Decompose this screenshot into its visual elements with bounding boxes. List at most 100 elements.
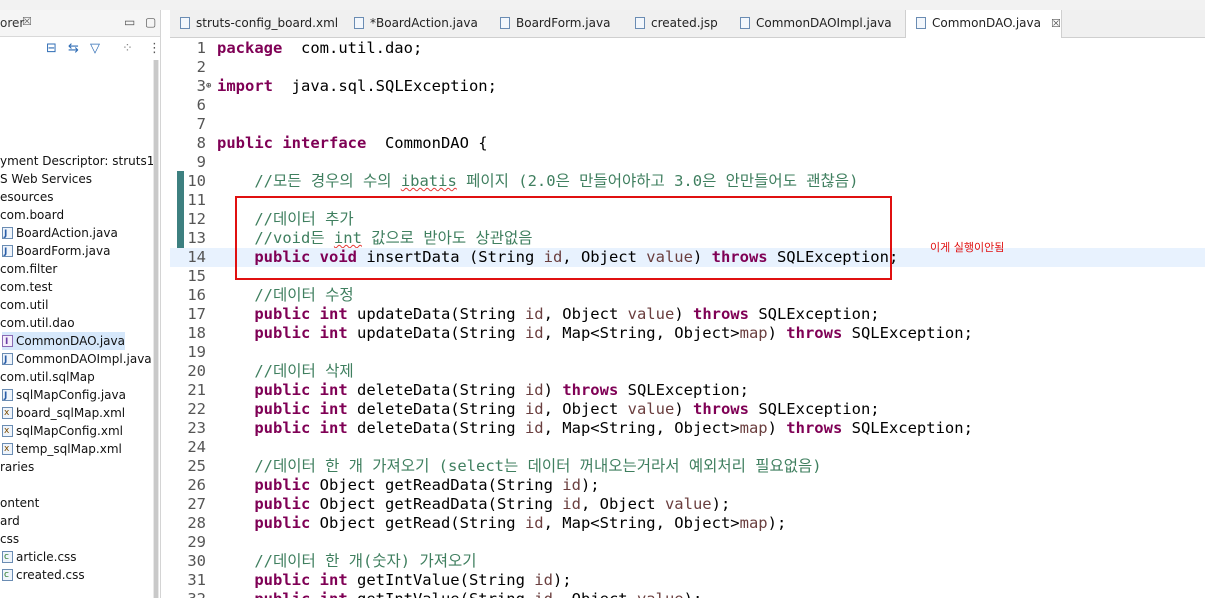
tab-label: created.jsp: [651, 16, 718, 30]
code-line[interactable]: 24: [170, 438, 1205, 457]
code-line[interactable]: 7: [170, 115, 1205, 134]
code-line[interactable]: 28 public Object getRead(String id, Map<…: [170, 514, 1205, 533]
code-line[interactable]: 21 public int deleteData(String id) thro…: [170, 381, 1205, 400]
code-token: id: [562, 495, 581, 513]
minimize-icon[interactable]: ▭: [124, 15, 135, 29]
tree-file-item[interactable]: created.css: [2, 566, 85, 584]
code-line[interactable]: 19: [170, 343, 1205, 362]
tree-file-item[interactable]: BoardForm.java: [2, 242, 110, 261]
tab-commondao-java[interactable]: CommonDAO.java ☒: [905, 10, 1062, 38]
tab-boardform-java[interactable]: BoardForm.java: [490, 10, 610, 37]
tree-folder-item[interactable]: com.board: [0, 206, 64, 224]
tree-folder-item[interactable]: S Web Services: [0, 170, 92, 188]
code-editor[interactable]: 1 package com.util.dao; 2 3 ⊕ import java.sql…: [170, 38, 1205, 598]
code-line[interactable]: 2: [170, 58, 1205, 77]
code-line[interactable]: 27 public Object getReadData(String id, …: [170, 495, 1205, 514]
code-line[interactable]: 8 public interface CommonDAO {: [170, 134, 1205, 153]
code-line[interactable]: 25 //데이터 한 개 가져오기 (select는 데이터 꺼내오는거라서 예…: [170, 457, 1205, 476]
java-file-icon: [2, 243, 13, 261]
code-line[interactable]: 10 //모든 경우의 수의 ibatis 페이지 (2.0은 만들어야하고 3…: [170, 172, 1205, 191]
line-number: 28: [187, 514, 206, 532]
filter-icon[interactable]: ▽: [90, 41, 100, 56]
code-line[interactable]: 29: [170, 533, 1205, 552]
code-line[interactable]: 18 public int updateData(String id, Map<…: [170, 324, 1205, 343]
tree-folder-item[interactable]: esources: [0, 188, 53, 206]
scrollbar-thumb[interactable]: [154, 60, 158, 598]
tree-file-item[interactable]: sqlMapConfig.java: [2, 386, 126, 405]
code-token: );: [767, 514, 787, 532]
maximize-icon[interactable]: ▢: [145, 15, 156, 29]
link-with-editor-icon[interactable]: ⇆: [68, 41, 79, 56]
collapse-all-icon[interactable]: ⊟: [46, 41, 57, 56]
code-token: public int: [217, 305, 348, 323]
tree-file-item[interactable]: temp_sqlMap.xml: [2, 440, 122, 458]
line-number: 29: [187, 533, 206, 551]
code-line[interactable]: 26 public Object getReadData(String id);: [170, 476, 1205, 495]
code-line[interactable]: 30 //데이터 한 개(숫자) 가져오기: [170, 552, 1205, 571]
tree-item-label: temp_sqlMap.xml: [16, 442, 122, 456]
line-number: 31: [187, 571, 206, 589]
tree-item-label: board_sqlMap.xml: [16, 406, 126, 420]
code-line[interactable]: 1 package com.util.dao;: [170, 39, 1205, 58]
tree-file-item[interactable]: article.css: [2, 548, 77, 566]
tree-folder-item[interactable]: raries: [0, 458, 34, 476]
tree-file-item[interactable]: CommonDAOImpl.java: [2, 350, 152, 369]
code-token: Object getRead(String: [310, 514, 525, 532]
code-token: value: [664, 495, 712, 513]
explorer-scrollbar[interactable]: [153, 60, 159, 598]
code-token: public: [217, 476, 311, 494]
code-line[interactable]: 31 public int getIntValue(String id);: [170, 571, 1205, 590]
line-number: 20: [187, 362, 206, 380]
code-text: //데이터 한 개(숫자) 가져오기: [217, 552, 477, 571]
code-token: public int: [217, 590, 347, 598]
tree-folder-item[interactable]: css: [0, 530, 19, 548]
tree-item-label: css: [0, 532, 20, 546]
tree-folder-item[interactable]: com.util.dao: [0, 314, 75, 332]
view-menu-icon[interactable]: ⋮: [148, 41, 160, 56]
code-line[interactable]: 22 public int deleteData(String id, Obje…: [170, 400, 1205, 419]
code-line[interactable]: 32 public int getIntValue(String id, Obj…: [170, 590, 1205, 598]
code-line[interactable]: 6: [170, 96, 1205, 115]
tree-file-item[interactable]: sqlMapConfig.xml: [2, 422, 123, 440]
tree-folder-item[interactable]: com.filter: [0, 260, 57, 278]
code-token: ): [674, 305, 693, 323]
tree-folder-item[interactable]: com.test: [0, 278, 53, 296]
code-token: Object getReadData(String: [310, 495, 563, 513]
code-line[interactable]: 23 public int deleteData(String id, Map<…: [170, 419, 1205, 438]
close-icon[interactable]: ☒: [22, 15, 32, 28]
code-line[interactable]: 9: [170, 153, 1205, 172]
tree-folder-item[interactable]: com.util.sqlMap: [0, 368, 95, 386]
code-token: CommonDAO {: [366, 134, 488, 152]
code-token: map: [739, 419, 768, 437]
fold-expand-icon[interactable]: ⊕: [206, 77, 211, 96]
tab-commondaoimpl-java[interactable]: CommonDAOImpl.java: [730, 10, 892, 37]
code-token: //데이터 한 개(숫자) 가져오기: [217, 552, 477, 570]
code-line[interactable]: 20 //데이터 삭제: [170, 362, 1205, 381]
main-toolbar: [0, 0, 1205, 10]
tab-created-jsp[interactable]: created.jsp: [625, 10, 718, 37]
tree-folder-item[interactable]: ard: [0, 512, 20, 530]
tree-folder-item[interactable]: com.util: [0, 296, 48, 314]
focus-icon[interactable]: ⁘: [122, 41, 133, 56]
code-text: //데이터 수정: [217, 286, 353, 305]
code-token: id: [524, 400, 544, 418]
tree-folder-item[interactable]: yment Descriptor: struts1: [0, 152, 154, 170]
code-line[interactable]: 3 ⊕ import java.sql.SQLException;: [170, 77, 1205, 96]
tree-item-label: com.filter: [0, 262, 58, 276]
tree-file-item[interactable]: board_sqlMap.xml: [2, 404, 125, 422]
code-line[interactable]: 16 //데이터 수정: [170, 286, 1205, 305]
explorer-tab-header: orer ☒ ▭ ▢: [0, 10, 160, 37]
tree-folder-item[interactable]: ontent: [0, 494, 39, 512]
code-token: id: [524, 514, 544, 532]
code-line[interactable]: 17 public int updateData(String id, Obje…: [170, 305, 1205, 324]
code-token: public: [217, 495, 311, 513]
line-number: 24: [187, 438, 206, 456]
tree-file-item[interactable]: BoardAction.java: [2, 224, 118, 243]
close-tab-icon[interactable]: ☒: [1051, 17, 1061, 30]
line-number: 16: [187, 286, 206, 304]
tree-file-item[interactable]: CommonDAO.java: [2, 332, 125, 351]
code-token: throws: [692, 400, 749, 418]
tab-boardaction-java[interactable]: *BoardAction.java: [344, 10, 478, 37]
explorer-title[interactable]: orer: [0, 16, 24, 30]
tab-struts-config-board-xml[interactable]: struts-config_board.xml: [170, 10, 338, 37]
